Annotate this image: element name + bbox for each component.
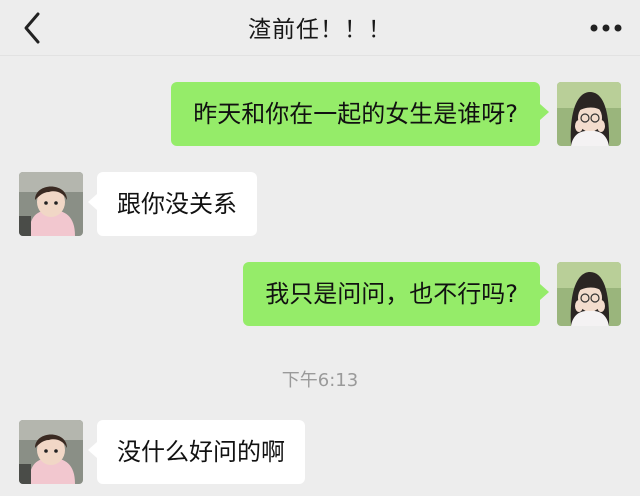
avatar-child-icon xyxy=(19,420,83,484)
more-dots-icon[interactable] xyxy=(586,10,626,46)
avatar-self[interactable] xyxy=(557,82,621,146)
message-timestamp: 下午6:13 xyxy=(281,370,359,391)
message-bubble-received[interactable]: 没什么好问的啊 xyxy=(97,420,305,484)
avatar-self[interactable] xyxy=(557,262,621,326)
bubble-tail xyxy=(540,284,549,300)
avatar-girl-icon xyxy=(557,82,621,146)
message-bubble-sent[interactable]: 昨天和你在一起的女生是谁呀? xyxy=(171,82,540,146)
message-bubble-received[interactable]: 跟你没关系 xyxy=(97,172,257,236)
avatar-girl-icon xyxy=(557,262,621,326)
chat-header: 渣前任！！！ xyxy=(0,0,640,56)
message-text: 我只是问问，也不行吗? xyxy=(265,280,518,308)
message-text: 跟你没关系 xyxy=(117,190,237,218)
bubble-tail xyxy=(540,104,549,120)
chat-title: 渣前任！！！ xyxy=(248,17,392,43)
bubble-tail xyxy=(88,194,97,210)
avatar-contact[interactable] xyxy=(19,420,83,484)
message-text: 没什么好问的啊 xyxy=(117,438,285,466)
avatar-child-icon xyxy=(19,172,83,236)
message-text: 昨天和你在一起的女生是谁呀? xyxy=(193,100,518,128)
bubble-tail xyxy=(88,442,97,458)
message-bubble-sent[interactable]: 我只是问问，也不行吗? xyxy=(243,262,540,326)
avatar-contact[interactable] xyxy=(19,172,83,236)
